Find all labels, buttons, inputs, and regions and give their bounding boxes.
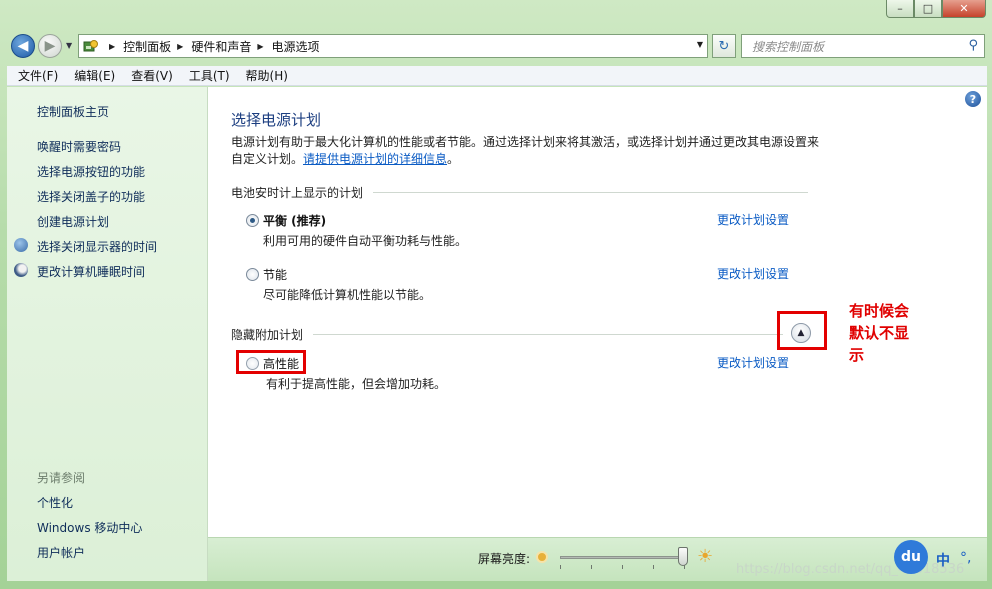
radio-power-saver[interactable] [246,268,259,281]
see-also-heading: 另请参阅 [37,471,86,485]
sidebar-home-link[interactable]: 控制面板主页 [37,103,109,120]
sidebar-link-sleep[interactable]: 更改计算机睡眠时间 [37,263,145,280]
annotation-text: 有时候会 默认不显 示 [849,300,909,366]
group-divider [373,192,809,193]
page-title: 选择电源计划 [231,111,322,129]
minimize-button[interactable]: – [886,0,914,18]
arrow-left-icon: ◀ [17,38,29,54]
dim-sun-icon [536,551,548,563]
group-divider [313,334,784,335]
radio-balanced[interactable] [246,214,259,227]
search-placeholder: 搜索控制面板 [752,39,825,54]
slider-tick [622,565,623,569]
monitor-icon [14,238,28,252]
change-settings-power-saver[interactable]: 更改计划设置 [717,265,789,282]
brightness-label: 屏幕亮度: [478,552,531,566]
see-also-mobility-center[interactable]: Windows 移动中心 [37,519,142,536]
brightness-slider-track[interactable] [560,556,684,559]
help-icon[interactable]: ? [965,91,981,107]
sidebar-link-display-off[interactable]: 选择关闭显示器的时间 [37,238,157,255]
window-frame: – □ ✕ ◀ ▶ ▼ ▶ 控制面板 ▶ 硬件和声音 ▶ 电源选项 ▼ ↻ 搜索… [0,0,992,589]
watermark-text: https://blog.csdn.net/qq_41618536 [736,562,965,577]
plan-desc-high-performance: 有利于提高性能，但会增加功耗。 [266,377,447,391]
back-button[interactable]: ◀ [11,34,35,58]
slider-tick [653,565,654,569]
annotation-line: 示 [849,346,865,364]
bright-sun-icon: ☀ [697,546,714,567]
chevron-right-icon[interactable]: ▶ [177,42,183,51]
history-dropdown-icon[interactable]: ▼ [66,41,72,50]
menu-view[interactable]: 查看(V) [131,67,173,84]
slider-tick [560,565,561,569]
ime-punctuation-indicator[interactable]: °, [960,550,971,566]
description-period: 。 [447,152,460,166]
menu-help[interactable]: 帮助(H) [246,67,288,84]
ime-language-indicator[interactable]: 中 [936,550,950,570]
refresh-button[interactable]: ↻ [712,34,736,58]
ime-badge-icon[interactable]: du [894,540,928,574]
menu-file[interactable]: 文件(F) [18,67,58,84]
maximize-button[interactable]: □ [914,0,942,18]
annotation-box-chevron [777,311,827,350]
group-hidden-plans: 隐藏附加计划 [231,326,784,343]
sidebar: 控制面板主页 唤醒时需要密码 选择电源按钮的功能 选择关闭盖子的功能 创建电源计… [7,87,208,581]
breadcrumb-item[interactable]: 电源选项 [272,38,320,55]
plan-desc-balanced: 利用可用的硬件自动平衡功耗与性能。 [263,234,468,248]
close-button[interactable]: ✕ [942,0,986,18]
plan-details-link[interactable]: 请提供电源计划的详细信息 [303,152,447,166]
chevron-right-icon[interactable]: ▶ [109,42,115,51]
window-controls: – □ ✕ [886,0,986,18]
sidebar-link-lid[interactable]: 选择关闭盖子的功能 [37,188,145,205]
moon-icon [14,263,28,277]
sidebar-link-wake-password[interactable]: 唤醒时需要密码 [37,138,121,155]
group-label: 隐藏附加计划 [231,328,304,342]
group-label: 电池安时计上显示的计划 [231,186,364,200]
annotation-line: 默认不显 [849,324,910,342]
annotation-box-high-performance [236,350,306,374]
plan-name-power-saver[interactable]: 节能 [263,266,287,283]
breadcrumb: ▶ 控制面板 ▶ 硬件和声音 ▶ 电源选项 [103,38,320,55]
page-description: 电源计划有助于最大化计算机的性能或者节能。通过选择计划来将其激活，或选择计划并通… [231,134,821,168]
menu-bar: 文件(F) 编辑(E) 查看(V) 工具(T) 帮助(H) [7,66,987,86]
arrow-right-icon: ▶ [44,38,56,54]
change-settings-high-performance[interactable]: 更改计划设置 [717,354,789,371]
main-content: ? 选择电源计划 电源计划有助于最大化计算机的性能或者节能。通过选择计划来将其激… [208,87,987,537]
control-panel-icon [83,40,98,52]
plan-desc-power-saver: 尽可能降低计算机性能以节能。 [263,288,432,302]
brightness-slider-thumb[interactable] [678,547,688,566]
sidebar-link-create-plan[interactable]: 创建电源计划 [37,213,109,230]
breadcrumb-item[interactable]: 控制面板 [123,38,171,55]
navigation-bar: ◀ ▶ ▼ ▶ 控制面板 ▶ 硬件和声音 ▶ 电源选项 ▼ ↻ 搜索控制面板 ⚲ [0,28,992,64]
annotation-line: 有时候会 [849,302,910,320]
brightness-bar: 屏幕亮度: ☀ https://blog.csdn.net/qq_4161853… [208,537,987,581]
breadcrumb-item[interactable]: 硬件和声音 [191,38,251,55]
see-also-user-accounts[interactable]: 用户帐户 [37,544,85,561]
change-settings-balanced[interactable]: 更改计划设置 [717,211,789,228]
see-also-personalize[interactable]: 个性化 [37,494,73,511]
sidebar-link-power-button[interactable]: 选择电源按钮的功能 [37,163,145,180]
search-icon[interactable]: ⚲ [968,38,978,53]
menu-edit[interactable]: 编辑(E) [74,67,115,84]
plan-name-balanced[interactable]: 平衡 (推荐) [263,212,326,229]
search-input[interactable]: 搜索控制面板 ⚲ [741,34,985,58]
group-battery-meter-plans: 电池安时计上显示的计划 [231,184,809,201]
chevron-right-icon[interactable]: ▶ [257,42,263,51]
menu-tools[interactable]: 工具(T) [189,67,230,84]
address-bar[interactable]: ▶ 控制面板 ▶ 硬件和声音 ▶ 电源选项 ▼ [78,34,708,58]
address-dropdown-icon[interactable]: ▼ [697,40,703,49]
slider-tick [591,565,592,569]
forward-button[interactable]: ▶ [38,34,62,58]
refresh-icon: ↻ [718,38,730,54]
